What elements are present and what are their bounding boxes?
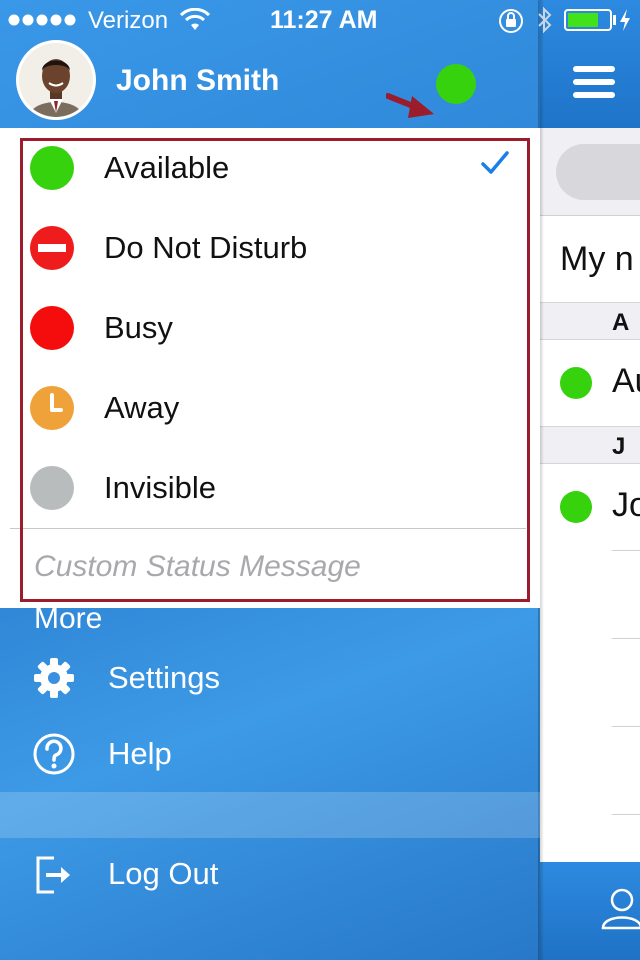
user-photo-icon: [19, 43, 93, 117]
contacts-tab-icon[interactable]: [600, 886, 640, 930]
red-dot-icon: [30, 306, 74, 350]
help-label: Help: [108, 736, 172, 771]
carrier-name: Verizon: [88, 7, 169, 34]
more-section-label: More: [34, 602, 103, 635]
ios-status-bar: Verizon 11:27 AM: [0, 0, 640, 40]
signal-strength-icon: [8, 14, 76, 26]
row-divider: [612, 814, 640, 815]
section-header-j: J: [540, 426, 640, 464]
bluetooth-icon: [538, 6, 552, 34]
hamburger-menu-icon[interactable]: [573, 66, 615, 98]
settings-menu-item[interactable]: Settings: [0, 642, 540, 718]
do-not-disturb-icon: [30, 226, 74, 270]
charging-icon: [620, 9, 630, 31]
status-picker: Available Do Not Disturb Busy Away Invis…: [0, 128, 540, 608]
status-option-invisible[interactable]: Invisible: [0, 448, 540, 528]
green-dot-icon: [30, 146, 74, 190]
avatar[interactable]: [16, 40, 96, 120]
battery-icon: [564, 9, 612, 31]
status-divider: [10, 528, 526, 529]
wifi-icon: [180, 8, 210, 30]
status-label: Available: [104, 150, 230, 185]
status-label: Invisible: [104, 470, 216, 505]
status-option-away[interactable]: Away: [0, 368, 540, 448]
row-divider: [612, 550, 640, 551]
contact-row[interactable]: Jo: [540, 464, 640, 550]
status-label: Away: [104, 390, 180, 425]
status-option-do-not-disturb[interactable]: Do Not Disturb: [0, 208, 540, 288]
clock-time: 11:27 AM: [270, 6, 378, 34]
battery-tip: [613, 15, 616, 25]
presence-dot-icon: [560, 367, 592, 399]
settings-label: Settings: [108, 660, 221, 695]
clock-icon: [30, 386, 74, 430]
custom-status-input[interactable]: Custom Status Message: [34, 550, 361, 584]
section-header-a: A: [540, 302, 640, 340]
main-panel: My n A Au J Jo: [540, 0, 640, 960]
logout-icon: [36, 856, 70, 894]
user-name: John Smith: [116, 64, 280, 97]
row-divider: [612, 638, 640, 639]
status-option-available[interactable]: Available: [0, 128, 540, 208]
help-menu-item[interactable]: Help: [0, 718, 540, 794]
search-input[interactable]: [556, 144, 640, 200]
search-bar-area: [540, 128, 640, 216]
status-label: Busy: [104, 310, 173, 345]
row-divider: [612, 726, 640, 727]
status-label: Do Not Disturb: [104, 230, 308, 265]
menu-spacer-band: [0, 792, 540, 838]
tab-bar: [540, 862, 640, 960]
annotation-arrow-icon: [386, 93, 434, 118]
logout-label: Log Out: [108, 856, 219, 891]
section-title: My n: [560, 240, 634, 278]
contact-row[interactable]: Au: [540, 340, 640, 426]
contact-name: Au: [612, 362, 640, 400]
status-option-busy[interactable]: Busy: [0, 288, 540, 368]
contact-name: Jo: [612, 486, 640, 524]
gear-icon: [34, 658, 74, 698]
gray-dot-icon: [30, 466, 74, 510]
logout-menu-item[interactable]: Log Out: [0, 838, 540, 914]
rotation-lock-icon: [499, 9, 523, 33]
presence-dot-icon: [560, 491, 592, 523]
checkmark-icon: [481, 151, 509, 174]
current-status-dot[interactable]: [436, 64, 476, 104]
help-icon: [33, 733, 75, 775]
profile-header: John Smith: [0, 40, 540, 128]
